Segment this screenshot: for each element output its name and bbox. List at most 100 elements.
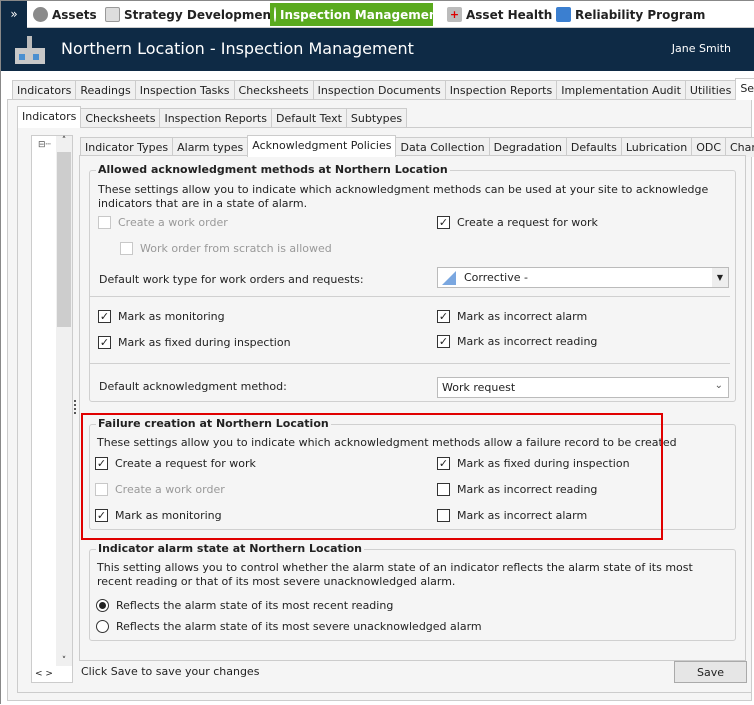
highlight-box [81,413,663,540]
splitter-handle[interactable] [74,400,76,414]
nav-label: Asset Health [466,7,553,22]
tab-defaults[interactable]: Defaults [565,137,622,157]
nav-label: Inspection Management [280,7,444,22]
main-tabs: Indicators Readings Inspection Tasks Che… [12,78,754,100]
subtab-checksheets[interactable]: Checksheets [80,108,161,128]
subtab-default-text[interactable]: Default Text [270,108,347,128]
checkmark-icon[interactable]: ✓ [437,216,450,229]
checkbox-mark-fixed[interactable]: ✓ Mark as fixed during inspection [98,336,291,349]
divider [90,363,730,364]
tab-checksheets[interactable]: Checksheets [233,80,314,100]
checkbox-mark-incorrect-reading[interactable]: ✓ Mark as incorrect reading [437,335,597,348]
checkbox-label: Mark as incorrect reading [457,335,598,348]
default-method-label: Default acknowledgment method: [99,380,287,393]
checkmark-icon[interactable]: ✓ [437,310,450,323]
page-title: Northern Location - Inspection Managemen… [61,39,414,58]
checkbox-create-request-for-work[interactable]: ✓ Create a request for work [437,216,598,229]
checkmark-icon[interactable]: ✓ [437,335,450,348]
radio-label: Reflects the alarm state of its most rec… [116,599,394,612]
subtab-subtypes[interactable]: Subtypes [345,108,408,128]
checkbox-label: Create a work order [118,216,228,229]
subtab-inspection-reports[interactable]: Inspection Reports [159,108,272,128]
scroll-down-icon[interactable]: ˅ [56,656,72,666]
tab-inspection-reports[interactable]: Inspection Reports [444,80,558,100]
settings-sub-tabs: Indicators Checksheets Inspection Report… [17,106,408,128]
factory-icon [15,36,45,64]
app-header: Northern Location - Inspection Managemen… [1,28,754,71]
chevron-down-icon[interactable]: ⌄ [715,380,723,391]
tree-collapse-icon[interactable]: ⊟┄ [38,140,51,150]
checkbox-label: Mark as monitoring [118,310,225,323]
tab-charts[interactable]: Charts [725,137,754,157]
divider [90,296,730,297]
checkmark-icon[interactable]: ✓ [98,310,111,323]
tab-odc[interactable]: ODC [691,137,726,157]
allowed-methods-group: Allowed acknowledgment methods at Northe… [89,163,736,402]
tab-degradation[interactable]: Degradation [488,137,567,157]
tab-lubrication[interactable]: Lubrication [620,137,693,157]
checkbox-wo-from-scratch[interactable]: Work order from scratch is allowed [120,242,332,255]
work-type-icon [442,270,456,285]
folder-icon [556,7,571,22]
default-method-select[interactable]: Work request ⌄ [437,377,729,398]
nav-asset-health[interactable]: + Asset Health [443,3,556,26]
tab-settings[interactable]: Settings [735,78,754,100]
save-hint: Click Save to save your changes [81,665,260,678]
vertical-scrollbar[interactable]: ˄ ˅ [56,136,72,666]
group-title: Indicator alarm state at Northern Locati… [96,542,364,555]
radio-button[interactable] [96,599,109,612]
nav-label: Strategy Development [124,7,277,22]
scrollbar-thumb[interactable] [57,152,71,327]
nav-reliability-program[interactable]: Reliability Program [552,3,709,26]
radio-button[interactable] [96,620,109,633]
horizontal-scroll-arrows-icon[interactable]: < > [32,666,72,682]
save-button[interactable]: Save [674,661,747,683]
checkbox-mark-monitoring[interactable]: ✓ Mark as monitoring [98,310,225,323]
radio-most-severe-alarm[interactable]: Reflects the alarm state of its most sev… [96,620,482,633]
group-description: This setting allows you to control wheth… [97,561,693,588]
checkbox-label: Work order from scratch is allowed [140,242,332,255]
tab-indicators[interactable]: Indicators [12,80,77,100]
nav-label: Assets [52,7,97,22]
alarm-state-group: Indicator alarm state at Northern Locati… [89,542,736,641]
tab-inspection-tasks[interactable]: Inspection Tasks [134,80,235,100]
top-navigation: » Assets Strategy Development Inspection… [1,1,754,28]
group-description: These settings allow you to indicate whi… [98,183,709,210]
scroll-up-icon[interactable]: ˄ [56,136,72,152]
nav-assets[interactable]: Assets [29,3,101,26]
selected-value: Work request [442,381,516,394]
tab-implementation-audit[interactable]: Implementation Audit [556,80,686,100]
tab-alarm-types[interactable]: Alarm types [172,137,249,157]
checkbox[interactable] [98,216,111,229]
tab-utilities[interactable]: Utilities [684,80,737,100]
checkbox-create-work-order[interactable]: Create a work order [98,216,228,229]
group-title: Allowed acknowledgment methods at Northe… [96,163,450,176]
checkbox-label: Mark as fixed during inspection [118,336,291,349]
tab-readings[interactable]: Readings [75,80,136,100]
work-type-label: Default work type for work orders and re… [99,273,364,286]
subtab-indicators[interactable]: Indicators [17,106,82,128]
tab-acknowledgment-policies[interactable]: Acknowledgment Policies [247,135,397,157]
checkbox[interactable] [120,242,133,255]
checkbox-label: Mark as incorrect alarm [457,310,588,323]
medical-kit-icon: + [447,7,462,22]
tree-panel: ⊟┄ ˄ ˅ < > [31,135,73,683]
user-name[interactable]: Jane Smith [672,42,731,55]
checkmark-icon[interactable]: ✓ [98,336,111,349]
nav-inspection-management[interactable]: Inspection Management [270,3,443,26]
radio-most-recent-reading[interactable]: Reflects the alarm state of its most rec… [96,599,393,612]
radio-label: Reflects the alarm state of its most sev… [116,620,482,633]
gears-icon [33,7,48,22]
checkbox-mark-incorrect-alarm[interactable]: ✓ Mark as incorrect alarm [437,310,587,323]
tab-data-collection[interactable]: Data Collection [395,137,490,157]
tab-inspection-documents[interactable]: Inspection Documents [312,80,446,100]
nav-label: Reliability Program [575,7,706,22]
work-type-select[interactable]: Corrective - ▼ [437,267,729,288]
nav-strategy-development[interactable]: Strategy Development [101,3,281,26]
tab-indicator-types[interactable]: Indicator Types [80,137,174,157]
double-chevron-down-icon[interactable]: » [1,1,27,28]
document-icon [105,7,120,22]
dropdown-arrow-icon[interactable]: ▼ [712,268,728,287]
selected-value: Corrective - [464,271,528,284]
checkbox-label: Create a request for work [457,216,598,229]
